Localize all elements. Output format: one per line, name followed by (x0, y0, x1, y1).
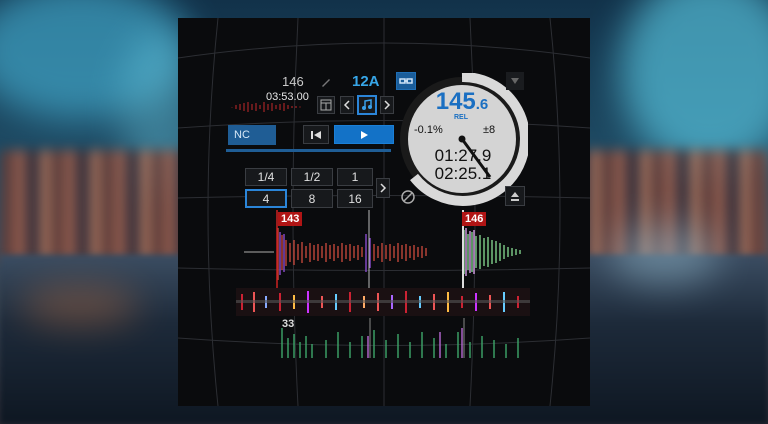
slip-button[interactable] (398, 188, 418, 206)
bpm-main: 145 (435, 88, 476, 115)
track-key: 12A (352, 73, 380, 90)
chevron-right-icon (384, 100, 391, 110)
cue-marker-1[interactable]: 143 (278, 212, 303, 226)
track-bpm: 146 (282, 74, 304, 89)
pitch-percent: -0.1% (414, 124, 443, 136)
edit-button[interactable] (317, 73, 335, 91)
overview-waveform[interactable] (236, 288, 530, 316)
key-lock-button[interactable] (357, 95, 377, 115)
loop-size-eight[interactable]: 8 (291, 189, 333, 208)
cue-back-button[interactable] (303, 125, 329, 144)
remaining-time: 02:25.1 (434, 164, 492, 183)
key-down-button[interactable] (340, 96, 354, 114)
loop-size-label: 8 (308, 191, 316, 206)
loop-size-label: 1 (351, 170, 359, 184)
loop-size-half[interactable]: 1/2 (291, 168, 333, 186)
loop-next-button[interactable] (376, 178, 390, 198)
play-button[interactable] (334, 125, 394, 144)
sync-label: NC (234, 129, 250, 141)
slip-icon (401, 190, 415, 204)
music-note-icon (362, 99, 372, 110)
play-icon (361, 130, 368, 139)
loop-size-label: 1/4 (257, 170, 275, 184)
deck-menu-button[interactable] (506, 72, 524, 90)
chevron-right-icon (380, 183, 387, 193)
chevron-left-icon (343, 100, 350, 110)
grid-icon (320, 99, 332, 111)
pitch-range: ±8 (483, 124, 496, 136)
skip-back-icon (311, 130, 321, 139)
loop-size-sixteen[interactable]: 16 (337, 189, 373, 208)
cue-marker-2[interactable]: 146 (462, 212, 487, 226)
eject-button[interactable] (505, 186, 525, 206)
grid-edit-button[interactable] (317, 96, 335, 114)
loop-size-one[interactable]: 1 (337, 168, 373, 186)
beat-marker: 33 (282, 318, 295, 330)
mini-waveform (231, 102, 301, 112)
loop-size-quarter[interactable]: 1/4 (245, 168, 287, 186)
pencil-icon (322, 79, 330, 87)
separator-line (226, 149, 391, 152)
triangle-down-icon (511, 78, 519, 84)
platter-bpm: 145.6 (430, 88, 494, 116)
loop-size-label: 4 (262, 191, 270, 206)
loop-size-label: 16 (348, 191, 362, 206)
key-up-button[interactable] (380, 96, 394, 114)
eject-icon (511, 192, 519, 201)
loop-size-label: 1/2 (303, 170, 321, 184)
bpm-decimal: .6 (475, 96, 489, 113)
rel-label: REL (454, 114, 468, 121)
second-deck-waveform (281, 318, 519, 358)
elapsed-time: 01:27.9 (434, 146, 492, 165)
sync-button[interactable]: NC (228, 125, 276, 145)
loop-size-four[interactable]: 4 (245, 189, 287, 208)
